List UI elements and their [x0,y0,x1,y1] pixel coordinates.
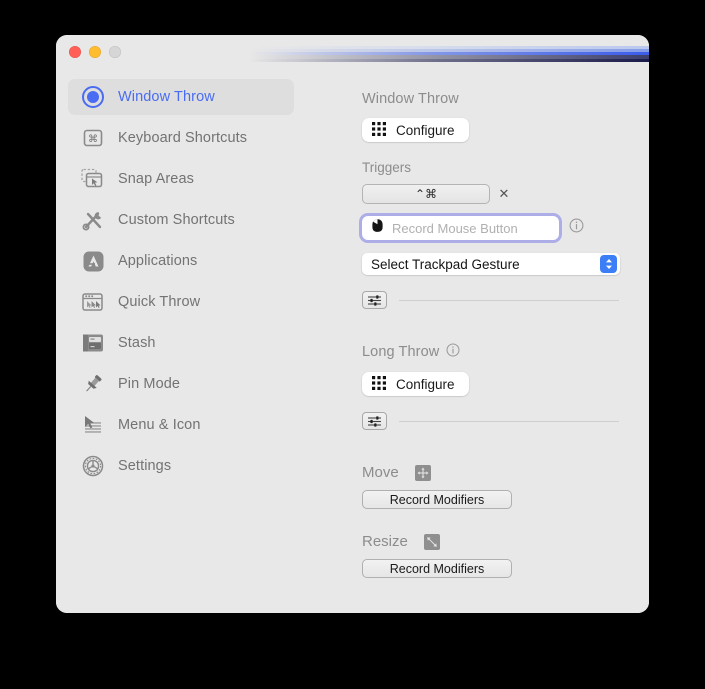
resize-label: Resize [362,533,408,550]
window-throw-heading: Window Throw [362,91,619,107]
minimize-button[interactable] [89,46,101,58]
long-throw-heading: Long Throw [362,343,619,361]
divider [399,299,619,301]
quick-throw-icon [80,289,106,315]
sliders-settings-button[interactable] [362,412,387,430]
wrench-screwdriver-icon [80,207,106,233]
decorative-stripes [249,35,649,62]
move-arrows-icon [414,464,431,481]
target-circle-icon [80,84,106,110]
record-mouse-placeholder: Record Mouse Button [392,220,518,236]
keyboard-key-icon: ⌘ [80,125,106,151]
window-throw-options-row [362,291,619,309]
trackpad-gesture-select[interactable]: Select Trackpad Gesture [362,253,620,275]
sidebar-item-label: Window Throw [118,89,215,105]
sidebar-item-window-throw[interactable]: Window Throw [68,79,294,115]
gear-icon [80,453,106,479]
resize-record-modifiers-button[interactable]: Record Modifiers [362,559,512,578]
pushpin-icon [80,371,106,397]
app-store-icon [80,248,106,274]
move-row: Move [362,464,619,481]
sidebar-item-label: Menu & Icon [118,417,201,433]
triggers-label: Triggers [362,160,412,175]
trigger-clear-button[interactable]: ✕ [494,184,514,204]
sidebar-item-snap-areas[interactable]: Snap Areas [68,161,294,197]
sidebar-item-menu-icon[interactable]: Menu & Icon [68,407,294,443]
window-throw-configure-button[interactable]: Configure [362,118,469,142]
sidebar-item-pin-mode[interactable]: Pin Mode [68,366,294,402]
sidebar-item-label: Snap Areas [118,171,194,187]
zoom-button[interactable] [109,46,121,58]
cursor-menu-icon [80,412,106,438]
snap-areas-icon [80,166,106,192]
trigger-shortcut-field[interactable]: ⌃⌘ [362,184,490,204]
title-bar [56,35,649,63]
grid-icon [372,375,386,393]
sidebar-item-quick-throw[interactable]: Quick Throw [68,284,294,320]
sidebar-item-label: Keyboard Shortcuts [118,130,248,146]
sidebar-item-applications[interactable]: Applications [68,243,294,279]
info-icon[interactable] [569,218,584,238]
record-mouse-row: Record Mouse Button [362,216,619,240]
grid-icon [372,121,386,139]
sidebar-item-label: Settings [118,458,172,474]
close-button[interactable] [69,46,81,58]
trackpad-gesture-value: Select Trackpad Gesture [371,256,520,272]
svg-text:⌘: ⌘ [88,134,98,145]
configure-button-label: Configure [396,376,455,392]
move-label: Move [362,464,399,481]
window-throw-heading-label: Window Throw [362,91,459,107]
sidebar-item-keyboard-shortcuts[interactable]: ⌘ Keyboard Shortcuts [68,120,294,156]
record-mouse-button-input[interactable]: Record Mouse Button [362,216,559,240]
trigger-row: ⌃⌘ ✕ [362,184,619,204]
sidebar-item-custom-shortcuts[interactable]: Custom Shortcuts [68,202,294,238]
content-pane: Window Throw Configure Triggers ⌃⌘ ✕ Rec… [306,63,649,613]
mouse-icon [371,218,384,238]
info-icon[interactable] [446,343,460,361]
divider [399,420,619,422]
app-window: Window Throw ⌘ Keyboard Shortcuts Snap A… [56,35,649,613]
stash-drawer-icon [80,330,106,356]
resize-row: Resize [362,533,619,550]
sidebar-item-label: Applications [118,253,198,269]
sidebar: Window Throw ⌘ Keyboard Shortcuts Snap A… [56,63,306,613]
close-icon: ✕ [498,186,510,201]
long-throw-configure-button[interactable]: Configure [362,372,469,396]
resize-diagonal-icon [423,533,440,550]
trigger-shortcut-value: ⌃⌘ [414,187,438,201]
sidebar-item-label: Stash [118,335,156,351]
sidebar-item-label: Pin Mode [118,376,181,392]
move-record-modifiers-button[interactable]: Record Modifiers [362,490,512,509]
long-throw-heading-label: Long Throw [362,344,440,360]
sidebar-item-settings[interactable]: Settings [68,448,294,484]
traffic-lights [69,46,121,58]
sidebar-item-label: Quick Throw [118,294,201,310]
long-throw-options-row [362,412,619,430]
configure-button-label: Configure [396,122,455,138]
sidebar-item-stash[interactable]: Stash [68,325,294,361]
sidebar-item-label: Custom Shortcuts [118,212,235,228]
sliders-settings-button[interactable] [362,291,387,309]
chevron-updown-icon [600,255,617,273]
